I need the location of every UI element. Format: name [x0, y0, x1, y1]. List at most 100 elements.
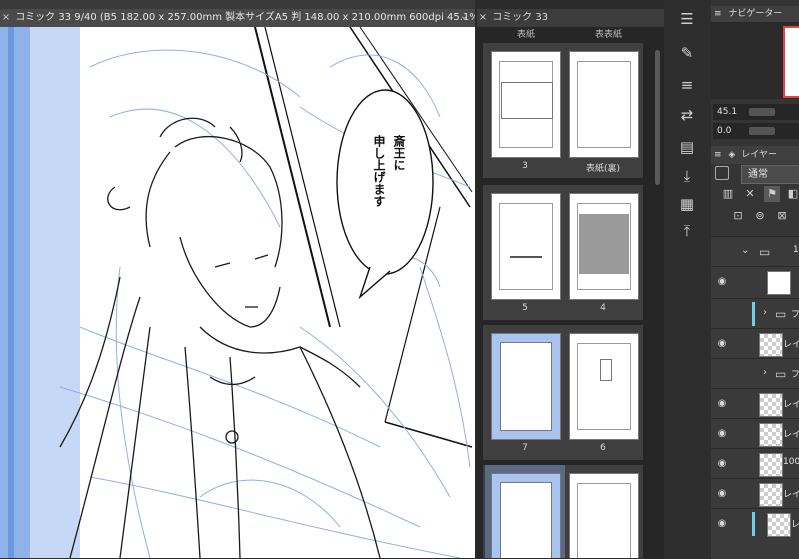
layer-stack-icon: ◈ [728, 150, 736, 160]
chevron-right-icon[interactable]: › [763, 367, 767, 378]
sliders-icon[interactable]: ≡ [676, 74, 698, 96]
layer-row[interactable]: ◉ レイ [711, 478, 799, 509]
page-manager-tab[interactable]: × コミック 33 [477, 9, 664, 27]
selection-marker [752, 512, 755, 536]
speech-text-1: 斎王に [392, 135, 406, 171]
menu-icon[interactable]: ≡ [714, 9, 722, 19]
menu-icon[interactable]: ≡ [714, 150, 722, 160]
selection-marker [752, 302, 755, 326]
page-spread[interactable] [483, 465, 643, 558]
zoom-slider-track[interactable] [749, 108, 775, 116]
layer-name: 100 [783, 457, 799, 467]
blend-mode-select[interactable]: 通常 [741, 165, 799, 184]
page-thumbnail[interactable] [569, 473, 639, 558]
export-icon[interactable]: ⤒ [676, 220, 698, 242]
page-thumbnail-selected[interactable] [491, 333, 561, 440]
page-thumbnail[interactable] [569, 333, 639, 440]
main-toolbar [0, 0, 475, 9]
rotate-slider[interactable]: 0.0 [713, 123, 799, 139]
lock-icon[interactable]: ▥ [720, 186, 736, 202]
layer-thumbnail [759, 393, 783, 417]
page-spread[interactable]: 3 表紙(裏) [483, 43, 643, 178]
rotate-slider-track[interactable] [749, 127, 775, 135]
navigator-view-frame[interactable] [783, 26, 799, 98]
brush-icon[interactable]: ✎ [676, 42, 698, 64]
lock-layer-icon[interactable]: ⊠ [774, 208, 790, 224]
page-thumbnail[interactable] [491, 51, 561, 158]
layer-name: レイ [783, 430, 799, 440]
blend-checkbox[interactable] [715, 166, 729, 180]
page-number: 5 [522, 303, 528, 313]
layer-thumbnail [759, 333, 783, 357]
layer-row[interactable]: ◉ レイ [711, 508, 799, 559]
canvas-tab[interactable]: × コミック 33 9/40 (B5 182.00 x 257.00mm 製本サ… [0, 9, 475, 27]
page-label-top-right: 表表紙 [595, 30, 623, 40]
layer-tab[interactable]: ≡ ◈ レイヤー [711, 146, 799, 164]
transform-icon[interactable]: ⇄ [676, 104, 698, 126]
clip-icon[interactable]: ◧ [785, 186, 799, 202]
folder-icon: ▭ [775, 307, 787, 321]
eye-icon[interactable]: ◉ [715, 487, 729, 501]
page-thumbnail[interactable] [491, 193, 561, 300]
page-label-top-left: 表紙 [517, 30, 536, 40]
layer-row[interactable]: › ▭ フ [711, 298, 799, 329]
navigator-tab[interactable]: ≡ ナビゲーター [711, 6, 799, 22]
layer-row[interactable]: ◉ レイ [711, 418, 799, 449]
eye-icon[interactable]: ◉ [715, 397, 729, 411]
layer-row[interactable]: ⌄ ▭ 10 [711, 236, 799, 267]
page-number: 6 [600, 443, 606, 453]
layer-thumbnail [759, 483, 783, 507]
eye-icon[interactable]: ◉ [715, 517, 729, 531]
page-number: 4 [600, 303, 606, 313]
page-manager-scrollbar[interactable] [655, 50, 660, 185]
zoom-slider[interactable]: 45.1 [713, 104, 799, 120]
page-number: 3 [522, 161, 528, 171]
page-stack-icon[interactable]: ▦ [676, 193, 698, 215]
page-icon[interactable]: ▤ [676, 136, 698, 158]
canvas-tab-title: コミック 33 9/40 (B5 182.00 x 257.00mm 製本サイズ… [15, 12, 475, 23]
layer-row[interactable]: › ▭ フ [711, 358, 799, 389]
layer-name: フ [791, 370, 799, 380]
layer-name: 10 [793, 245, 799, 255]
page-thumbnail[interactable] [569, 193, 639, 300]
page-spread[interactable]: 5 4 [483, 185, 643, 320]
page-thumbnail[interactable] [569, 51, 639, 158]
import-icon[interactable]: ⤓ [676, 165, 698, 187]
page-spread[interactable]: 7 6 [483, 325, 643, 460]
speech-text-2: 申し上げます [372, 135, 386, 207]
eye-icon[interactable]: ◉ [715, 337, 729, 351]
page-manager[interactable]: 表紙 表表紙 3 表紙(裏) 5 4 7 6 [477, 27, 664, 558]
command-bar: ☰ ✎ ≡ ⇄ ▤ ⤓ ▦ ⤒ [664, 0, 711, 558]
eye-icon[interactable]: ◉ [715, 427, 729, 441]
page-thumbnail-active[interactable] [491, 473, 561, 558]
layers-stack-icon[interactable]: ☰ [676, 8, 698, 30]
layer-name: レイ [783, 340, 799, 350]
new-layer-icon[interactable]: ⊡ [730, 208, 746, 224]
close-icon[interactable]: × [0, 9, 12, 27]
eye-icon[interactable]: ◉ [715, 275, 729, 289]
ruler-icon[interactable]: ✕ [742, 186, 758, 202]
reference-icon[interactable]: ⚑ [764, 186, 780, 202]
layer-title: レイヤー [741, 150, 777, 160]
layer-row[interactable]: ◉ レイ [711, 388, 799, 419]
layer-name: レイ [783, 490, 799, 500]
layer-row[interactable]: ◉ 100 [711, 448, 799, 479]
layer-row[interactable]: ◉ レイ [711, 328, 799, 359]
mask-icon[interactable]: ⊚ [752, 208, 768, 224]
page-number: 7 [522, 443, 528, 453]
eye-icon[interactable]: ◉ [715, 457, 729, 471]
folder-icon: ▭ [775, 367, 787, 381]
folder-icon: ▭ [759, 245, 771, 259]
chevron-down-icon[interactable]: ⌄ [741, 245, 749, 256]
rotate-value: 0.0 [717, 126, 732, 136]
blend-mode-value: 通常 [748, 169, 768, 180]
layer-thumbnail [767, 513, 791, 537]
chevron-down-icon[interactable]: ⌄ [460, 11, 468, 22]
layer-row[interactable]: ◉ [711, 266, 799, 299]
chevron-right-icon[interactable]: › [763, 307, 767, 318]
canvas-artwork [0, 27, 473, 558]
drawing-canvas[interactable]: 斎王に 申し上げます [0, 27, 475, 558]
zoom-value: 45.1 [717, 107, 738, 117]
close-icon[interactable]: × [477, 9, 489, 27]
layer-thumbnail [759, 423, 783, 447]
